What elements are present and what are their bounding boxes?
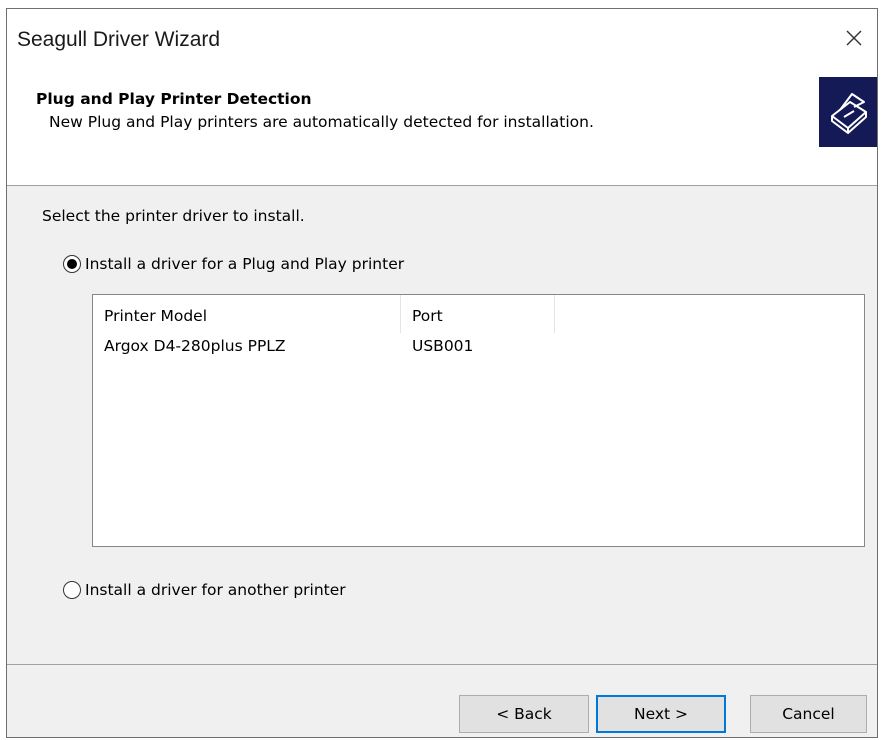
radio-other-printer[interactable]: Install a driver for another printer bbox=[63, 581, 346, 599]
printer-list[interactable]: Printer Model Port Argox D4-280plus PPLZ… bbox=[92, 294, 865, 547]
column-header-port[interactable]: Port bbox=[401, 295, 555, 333]
list-header: Printer Model Port bbox=[93, 295, 864, 333]
wizard-dialog: Seagull Driver Wizard Plug and Play Prin… bbox=[6, 8, 878, 738]
printer-icon bbox=[819, 77, 877, 147]
printer-model-cell: Argox D4-280plus PPLZ bbox=[104, 337, 286, 355]
close-button[interactable] bbox=[831, 15, 877, 61]
cancel-button[interactable]: Cancel bbox=[750, 695, 867, 733]
close-icon bbox=[846, 30, 862, 46]
radio-label: Install a driver for a Plug and Play pri… bbox=[85, 255, 405, 273]
back-button[interactable]: < Back bbox=[459, 695, 589, 733]
port-cell: USB001 bbox=[412, 337, 474, 355]
radio-button-unselected[interactable] bbox=[63, 581, 81, 599]
header-title: Plug and Play Printer Detection bbox=[36, 90, 312, 108]
window-title: Seagull Driver Wizard bbox=[17, 28, 221, 51]
title-bar: Seagull Driver Wizard bbox=[7, 9, 877, 73]
instruction-text: Select the printer driver to install. bbox=[42, 207, 305, 225]
header-subtitle: New Plug and Play printers are automatic… bbox=[49, 113, 594, 131]
column-header-printer-model[interactable]: Printer Model bbox=[93, 295, 401, 333]
next-button[interactable]: Next > bbox=[596, 695, 726, 733]
table-row[interactable]: Argox D4-280plus PPLZ USB001 bbox=[93, 333, 864, 359]
radio-button-selected[interactable] bbox=[63, 255, 81, 273]
footer-divider bbox=[7, 664, 877, 665]
radio-label: Install a driver for another printer bbox=[85, 581, 346, 599]
radio-plug-and-play[interactable]: Install a driver for a Plug and Play pri… bbox=[63, 255, 404, 273]
wizard-header: Plug and Play Printer Detection New Plug… bbox=[7, 73, 877, 186]
